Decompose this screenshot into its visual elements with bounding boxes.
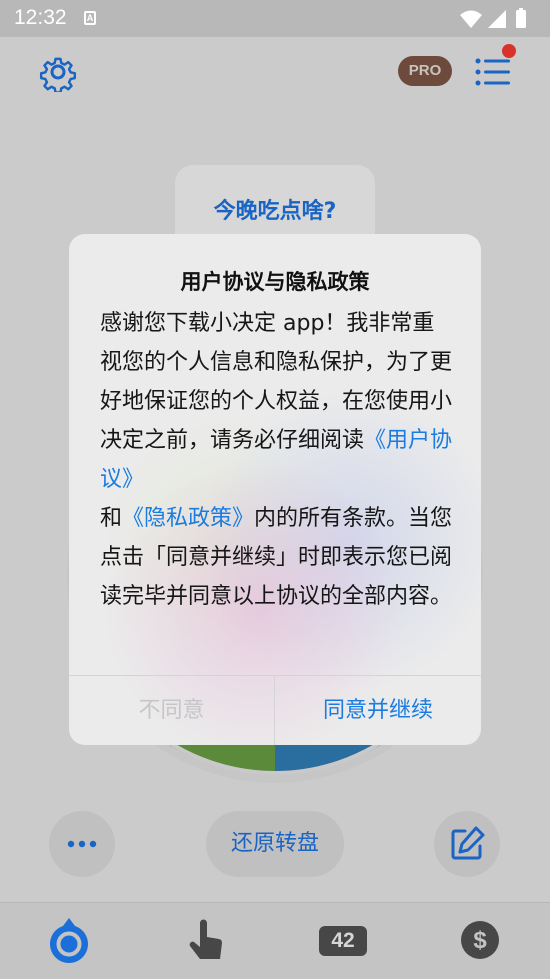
notification-icon: A [84, 11, 96, 25]
tab-counter[interactable]: 42 [309, 915, 377, 965]
settings-gear-icon[interactable] [38, 52, 78, 92]
dialog-title: 用户协议与隐私政策 [180, 270, 370, 294]
dialog-body: 感谢您下载小决定 app！我非常重视您的个人信息和隐私保护，为了更好地保证您的个… [100, 304, 456, 616]
edit-pencil-icon [451, 826, 485, 860]
tab-wheel-icon[interactable] [44, 915, 94, 965]
svg-text:$: $ [473, 927, 487, 954]
notification-dot [502, 44, 516, 58]
counter-42-icon: 42 [319, 926, 367, 956]
privacy-dialog: 用户协议与隐私政策 感谢您下载小决定 app！我非常重视您的个人信息和隐私保护，… [69, 234, 481, 745]
tab-tap-hand-icon[interactable] [182, 915, 232, 965]
menu-list-icon[interactable] [470, 52, 514, 92]
dialog-conjunction: 和 [100, 506, 123, 531]
privacy-policy-link[interactable]: 《隐私政策》 [122, 506, 254, 531]
disagree-button[interactable]: 不同意 [69, 676, 274, 745]
agree-continue-button[interactable]: 同意并继续 [275, 676, 481, 745]
signal-icon [488, 10, 506, 28]
status-bar: 12:32 A [0, 0, 550, 37]
edit-button[interactable] [434, 811, 500, 877]
more-options-button[interactable] [49, 811, 115, 877]
restore-wheel-button[interactable]: 还原转盘 [206, 811, 344, 877]
wifi-icon [460, 10, 482, 28]
pro-badge[interactable]: PRO [398, 56, 452, 86]
bottom-tab-bar: 42 $ [0, 902, 550, 979]
status-time: 12:32 [14, 6, 67, 29]
tab-dollar-icon[interactable]: $ [455, 915, 505, 965]
question-title: 今晚吃点啥? [213, 199, 337, 224]
more-dots-icon [67, 840, 97, 848]
battery-icon [516, 10, 526, 28]
status-icons [460, 8, 526, 28]
